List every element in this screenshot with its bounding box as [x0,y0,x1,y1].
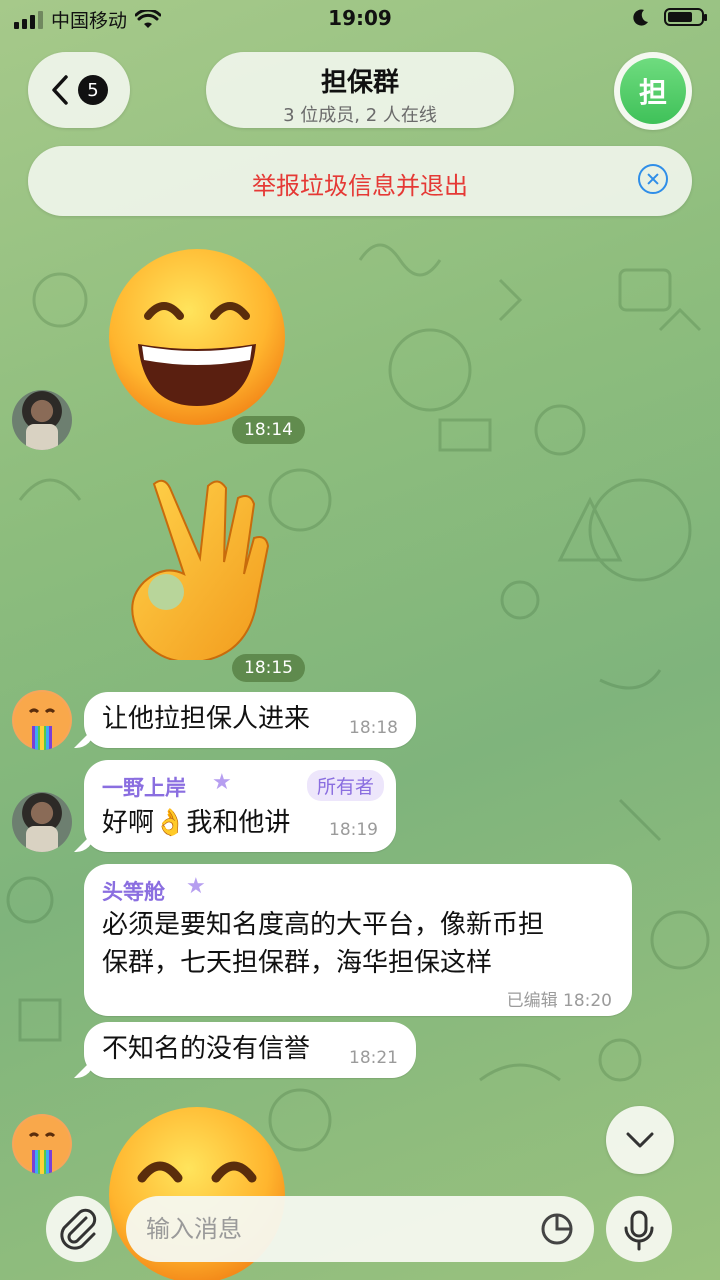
back-chevron-icon [52,75,68,105]
message-bubble[interactable]: 不知名的没有信誉 18:21 [84,1022,416,1078]
message-text: 必须是要知名度高的大平台，像新币担 [102,910,545,940]
scroll-to-bottom-button[interactable] [606,1106,674,1174]
message-text: 不知名的没有信誉 [102,1034,311,1064]
group-avatar[interactable]: 担 [614,52,692,130]
avatar[interactable] [12,792,72,852]
report-spam-banner[interactable]: 举报垃圾信息并退出 [28,146,692,216]
rainbow-face-icon [14,692,70,750]
message-time: 18:21 [349,1048,398,1068]
voice-record-button[interactable] [606,1196,672,1262]
avatar[interactable] [12,690,72,750]
close-circle-icon[interactable] [638,164,668,194]
sticker-icon[interactable] [540,1212,574,1246]
message-text: 好啊👌我和他讲 [102,808,291,838]
message-time: 18:18 [349,718,398,738]
star-icon: ★ [212,770,232,795]
message-time: 已编辑 18:20 [506,991,612,1011]
chevron-down-icon [626,1132,654,1148]
clock: 19:09 [328,6,392,30]
sticker-time: 18:15 [232,654,305,682]
message-text: 让他拉担保人进来 [102,704,311,734]
avatar[interactable] [12,390,72,450]
group-avatar-letter: 担 [620,58,686,124]
moon-icon [633,9,648,26]
avatar[interactable] [12,1114,72,1174]
sender-name: 头等舱 [102,880,165,904]
chat-title: 担保群 [320,68,399,98]
sender-name: 一野上岸 [102,776,186,800]
attach-button[interactable] [46,1196,112,1262]
message-bubble[interactable]: 头等舱 ★ 必须是要知名度高的大平台，像新币担 保群，七天担保群，海华担保这样 … [84,864,632,1016]
chat-subtitle: 3 位成员, 2 人在线 [283,105,437,126]
message-bubble[interactable]: 一野上岸 ★ 所有者 好啊👌我和他讲 18:19 [84,760,396,852]
paperclip-icon [60,1208,97,1250]
rainbow-face-icon [14,1116,70,1174]
status-bar: 中国移动 19:09 [0,0,720,40]
message-text: 保群，七天担保群，海华担保这样 [102,948,493,978]
message-input[interactable] [126,1196,594,1262]
ok-hand-sticker[interactable] [124,474,274,660]
chat-title-pill[interactable]: 担保群 3 位成员, 2 人在线 [206,52,514,128]
back-button[interactable]: 5 [28,52,130,128]
grinning-face-sticker[interactable] [106,246,288,428]
report-spam-label: 举报垃圾信息并退出 [252,172,468,200]
role-badge: 所有者 [306,770,384,801]
star-icon: ★ [186,874,206,899]
message-bubble[interactable]: 让他拉担保人进来 18:18 [84,692,416,748]
message-time: 18:19 [329,820,378,840]
unread-badge: 5 [78,75,108,105]
battery-icon [664,8,707,26]
sticker-time: 18:14 [232,416,305,444]
microphone-icon [624,1210,654,1251]
